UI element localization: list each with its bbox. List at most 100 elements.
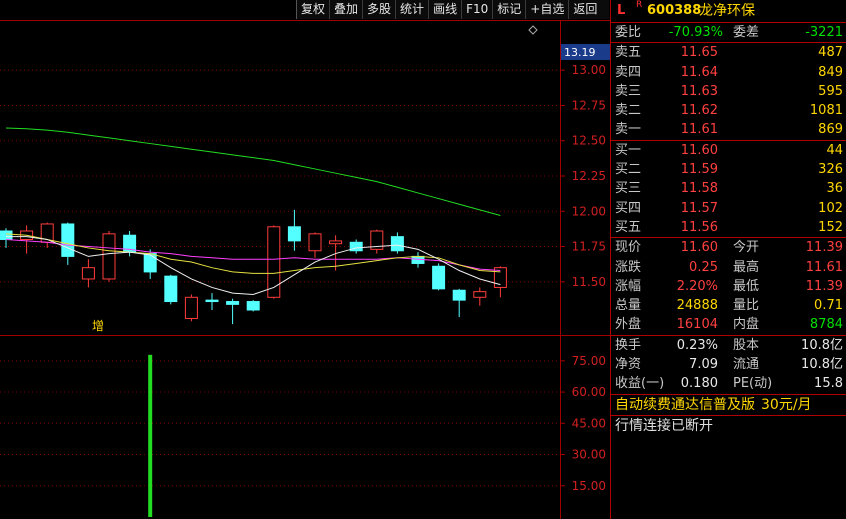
candle	[61, 223, 75, 257]
stat-value: 16104	[676, 317, 718, 333]
stat-row: 外盘 16104 内盘 8784	[611, 315, 846, 334]
stat-value: 0.25	[689, 259, 718, 275]
candlestick-chart: 13.19 13.00 12.75 12.50 12.25 12.00 11.75 11.50…	[0, 20, 610, 519]
level-volume: 152	[818, 219, 843, 235]
candle	[0, 230, 13, 240]
candle	[287, 226, 301, 242]
y-tick-label: 12.75	[572, 98, 606, 112]
ask-row: 卖四 11.64 849	[611, 63, 846, 82]
market-tag: L	[617, 3, 626, 18]
stat-row: 总量 24888 量比 0.71	[611, 296, 846, 315]
ask-row: 卖二 11.62 1081	[611, 101, 846, 120]
fund-label: 股本	[733, 337, 760, 353]
level-volume: 869	[818, 122, 843, 138]
stat-row: 涨跌 0.25 最高 11.61	[611, 258, 846, 277]
candle	[81, 267, 95, 280]
level-label: 卖四	[615, 64, 642, 80]
level-price: 11.58	[680, 181, 718, 197]
stock-code: 600388	[647, 3, 702, 18]
y-tick-label: 11.50	[572, 275, 606, 289]
candle	[452, 289, 466, 301]
level-label: 卖一	[615, 122, 642, 138]
weibi-label: 委比	[615, 25, 642, 40]
vol-y-tick-label: 60.00	[572, 385, 606, 399]
fund-value: 7.09	[689, 357, 718, 373]
level-price: 11.59	[680, 162, 718, 178]
fund-label: 收益(一)	[615, 376, 665, 392]
level-volume: 487	[818, 45, 843, 61]
stat-row: 现价 11.60 今开 11.39	[611, 238, 846, 257]
stat-label: 今开	[733, 240, 760, 256]
level-price: 11.65	[680, 45, 718, 61]
level-price: 11.56	[680, 219, 718, 235]
stat-label: 内盘	[733, 317, 760, 333]
level-price: 11.61	[680, 122, 718, 138]
weibi-row: 委比 -70.93% 委差 -3221	[611, 22, 846, 42]
fund-row: 换手 0.23% 股本 10.8亿	[611, 336, 846, 355]
ma-line-magenta	[5, 238, 501, 272]
fund-label: PE(动)	[733, 376, 773, 392]
candle	[473, 291, 487, 298]
stat-label: 涨跌	[615, 259, 642, 275]
candle	[226, 301, 240, 305]
candle	[432, 265, 446, 290]
volume-bar	[148, 354, 153, 517]
level-label: 卖三	[615, 83, 642, 99]
fund-row: 净资 7.09 流通 10.8亿	[611, 355, 846, 374]
level-price: 11.63	[680, 83, 718, 99]
subscription-notice[interactable]: 自动续费通达信普及版 30元/月	[611, 393, 846, 415]
quote-panel: L R 600388 龙净环保 委比 -70.93% 委差 -3221 卖五 11…	[610, 0, 846, 519]
ask-book: 卖五 11.65 487 卖四 11.64 849 卖三 11.63 595 卖二 11.62 108…	[611, 42, 846, 139]
fund-label: 换手	[615, 337, 642, 353]
candle	[308, 233, 322, 252]
diamond-icon	[528, 25, 538, 35]
stat-label: 量比	[733, 298, 760, 314]
connection-status: 行情连接已断开	[611, 414, 846, 436]
weicha-label: 委差	[733, 25, 760, 40]
level-label: 买二	[615, 162, 642, 178]
level-label: 买四	[615, 200, 642, 216]
level-price: 11.62	[680, 103, 718, 119]
fund-row: 收益(一) 0.180 PE(动) 15.8	[611, 374, 846, 393]
fund-value: 15.8	[814, 376, 843, 392]
level-volume: 44	[826, 142, 843, 158]
bid-row: 买三 11.58 36	[611, 179, 846, 198]
bid-row: 买一 11.60 44	[611, 141, 846, 160]
bid-row: 买二 11.59 326	[611, 160, 846, 179]
y-tick-label: 13.00	[572, 63, 606, 77]
level-volume: 36	[826, 181, 843, 197]
stat-value: 11.39	[805, 240, 843, 256]
y-tick-label: 12.50	[572, 134, 606, 148]
candle	[164, 275, 178, 303]
fund-value: 0.23%	[676, 337, 718, 353]
level-price: 11.64	[680, 64, 718, 80]
fundamental-block: 换手 0.23% 股本 10.8亿 净资 7.09 流通 10.8亿 收益(一) 0.180 PE(…	[611, 334, 846, 394]
level-volume: 102	[818, 200, 843, 216]
stat-label: 总量	[615, 298, 642, 314]
stat-value: 2.20%	[676, 278, 718, 294]
y-tick-label: 12.25	[572, 169, 606, 183]
stat-label: 涨幅	[615, 278, 642, 294]
level-price: 11.60	[680, 142, 718, 158]
fund-value: 10.8亿	[801, 337, 843, 353]
ask-row: 卖五 11.65 487	[611, 43, 846, 62]
stat-value: 11.60	[680, 240, 718, 256]
candle	[246, 301, 260, 311]
bid-row: 买四 11.57 102	[611, 199, 846, 218]
candle	[143, 253, 157, 273]
candle	[184, 296, 198, 319]
candle	[329, 240, 343, 245]
vol-y-tick-label: 30.00	[572, 448, 606, 462]
vol-y-tick-label: 15.00	[572, 479, 606, 493]
notice-text: 自动续费通达信普及版	[615, 396, 755, 413]
y-tick-label: 12.00	[572, 204, 606, 218]
fund-value: 0.180	[680, 376, 718, 392]
fund-label: 净资	[615, 357, 642, 373]
ma-line-white	[6, 236, 501, 295]
stat-value: 0.71	[814, 298, 843, 314]
level-label: 买三	[615, 181, 642, 197]
vol-y-tick-label: 45.00	[572, 416, 606, 430]
bid-book: 买一 11.60 44 买二 11.59 326 买三 11.58 36 买四 11.57 102 买五…	[611, 139, 846, 237]
level-label: 买一	[615, 142, 642, 158]
candle	[267, 226, 281, 298]
